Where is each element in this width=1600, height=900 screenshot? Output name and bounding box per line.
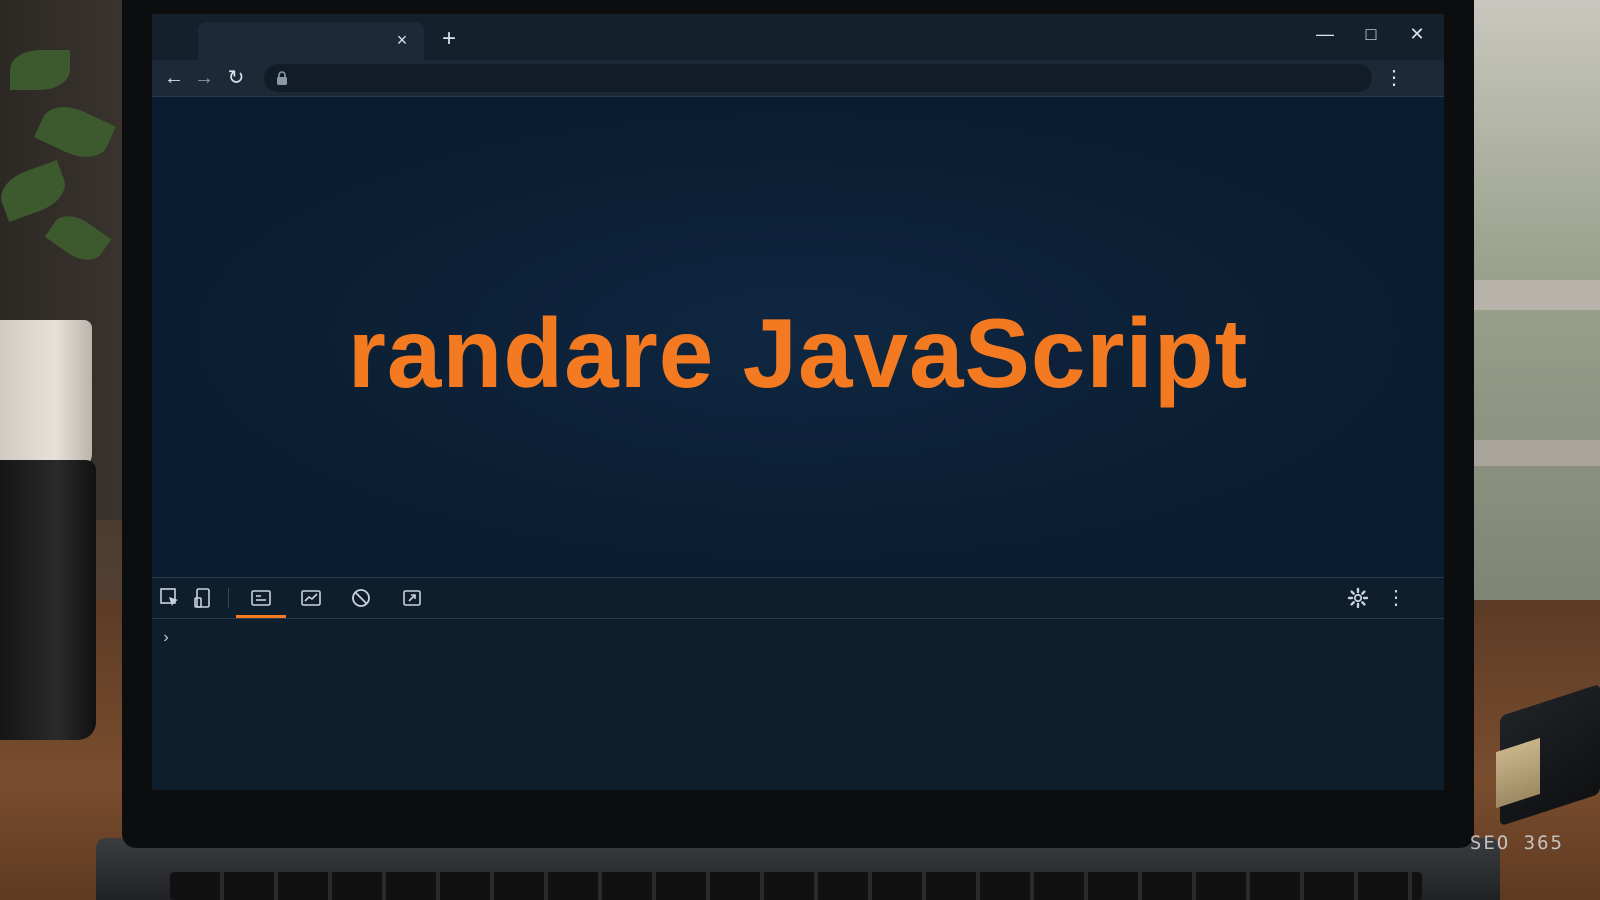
page-viewport: randare JavaScript [152,97,1444,577]
browser-toolbar: ← → ↻ ⋮ [152,60,1444,97]
plant-leaf [10,50,70,90]
console-input[interactable] [178,628,1422,650]
performance-icon[interactable] [299,586,323,610]
active-tool-indicator [236,615,286,618]
minimize-button[interactable]: — [1308,20,1342,48]
console-icon[interactable] [249,586,273,610]
devtools-panel: ⋮ › [152,577,1444,790]
select-element-icon[interactable] [158,586,182,610]
coffee-mug [0,460,96,740]
forward-button[interactable]: → [190,64,218,92]
laptop-screen: × + — □ ✕ ← → ↻ ⋮ randare JavaScript ⋮ › [152,14,1444,790]
watermark-text: SEO 365 [1469,832,1564,854]
close-window-button[interactable]: ✕ [1400,20,1434,48]
maximize-button[interactable]: □ [1354,20,1388,48]
screenshot-icon[interactable] [400,586,424,610]
devtools-toolbar: ⋮ [152,578,1444,619]
clear-icon[interactable] [349,586,373,610]
address-bar[interactable] [264,64,1372,94]
gear-icon[interactable] [1346,586,1370,610]
keyboard [170,872,1422,900]
reload-button[interactable]: ↻ [222,64,250,92]
devtools-menu-icon[interactable]: ⋮ [1384,586,1408,610]
close-tab-icon[interactable]: × [392,30,412,50]
tab-bar: × + — □ ✕ [152,14,1444,60]
back-button[interactable]: ← [160,64,188,92]
browser-menu-icon[interactable]: ⋮ [1380,64,1408,92]
plant-pot [0,320,92,470]
lock-icon [277,71,287,85]
toolbar-separator [228,588,229,608]
console-prompt-icon: › [163,629,169,646]
url-input[interactable] [298,64,1362,94]
new-tab-button[interactable]: + [436,26,462,52]
device-toggle-icon[interactable] [192,586,216,610]
hero-heading: randare JavaScript [347,298,1249,408]
browser-tab[interactable]: × [198,22,424,60]
